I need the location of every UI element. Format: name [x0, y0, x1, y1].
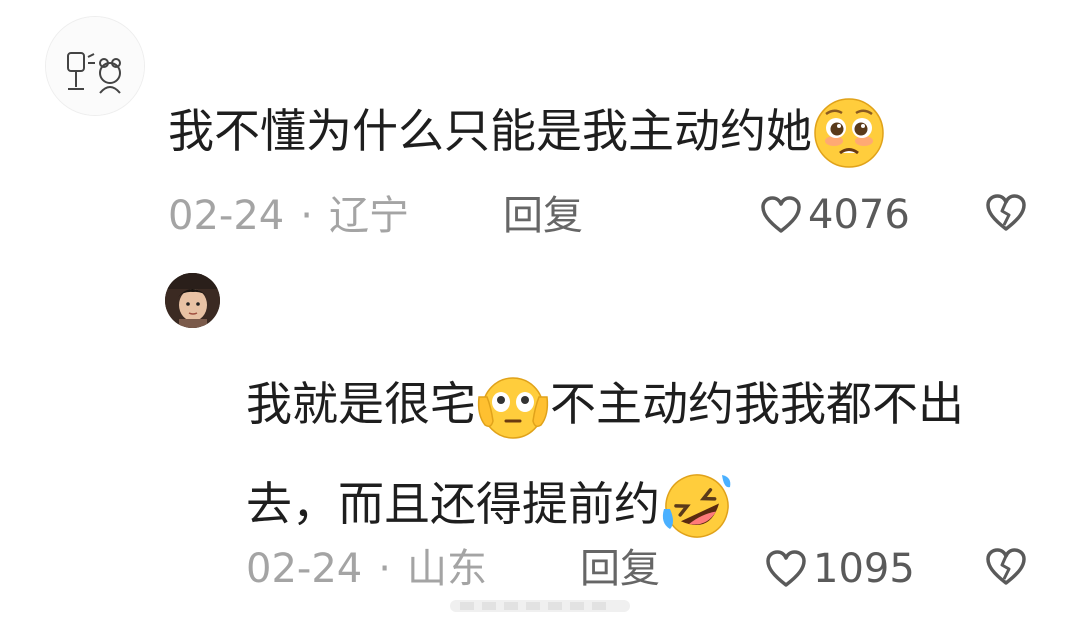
- comment-1-dislike-button[interactable]: [985, 193, 1027, 233]
- comment-1-like-count: 4076: [808, 192, 910, 238]
- comment-1-meta: 02-24 · 辽宁: [168, 192, 409, 240]
- watermark-icon: [450, 600, 630, 612]
- comment-2-text: 我就是很宅 不主动约我我都不出去，而且还得提前约: [246, 354, 1036, 554]
- heart-outline-icon: [766, 550, 806, 587]
- comment-1-body: 我不懂为什么只能是我主动约她: [168, 104, 812, 158]
- pleading-face-icon: [814, 97, 884, 168]
- comment-1-like-button[interactable]: 4076: [760, 191, 910, 239]
- meta-separator: ·: [300, 193, 313, 239]
- doodle-avatar-icon: [46, 17, 144, 115]
- broken-heart-icon: [986, 194, 1026, 231]
- comment-1-date: 02-24: [168, 193, 285, 239]
- comment-2-date: 02-24: [246, 546, 363, 592]
- comment-1-text: 我不懂为什么只能是我主动约她: [168, 97, 886, 168]
- rolling-laughing-face-icon: [662, 473, 731, 538]
- meta-separator: ·: [378, 546, 391, 592]
- comment-2-location: 山东: [406, 546, 487, 592]
- reply-user-avatar[interactable]: [165, 273, 220, 328]
- comment-2-meta: 02-24 · 山东: [246, 545, 487, 593]
- comment-2-like-count: 1095: [813, 546, 915, 592]
- broken-heart-icon: [986, 548, 1026, 585]
- comment-2-reply-button[interactable]: 回复: [580, 545, 660, 593]
- user-avatar[interactable]: [45, 16, 145, 116]
- comment-1-reply-button[interactable]: 回复: [503, 192, 583, 240]
- comment-2-body-part1: 我就是很宅: [246, 377, 476, 431]
- heart-outline-icon: [761, 196, 801, 233]
- comment-1-location: 辽宁: [328, 193, 409, 239]
- child-photo-avatar-icon: [165, 273, 220, 328]
- hear-no-evil-face-icon: [477, 376, 549, 439]
- watermark-strip: [450, 596, 630, 616]
- comment-2-like-button[interactable]: 1095: [765, 545, 915, 593]
- comment-2-dislike-button[interactable]: [985, 547, 1027, 587]
